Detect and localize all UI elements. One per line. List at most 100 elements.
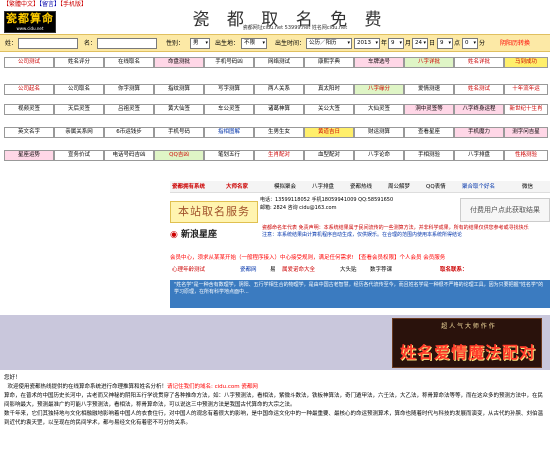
month-unit: 月 bbox=[405, 40, 412, 47]
lvzu-lot-button[interactable]: 吕祖灵签 bbox=[104, 104, 154, 115]
month-select[interactable]: 9 bbox=[388, 38, 404, 49]
contact-phone: 电话：13599118052 手机18059941009 QQ:58591650 bbox=[260, 197, 394, 203]
member-notice[interactable]: 会员中心，须求从某某开始（一般程序接入）中心接受规则，满足任何需求! 【查看会员… bbox=[170, 253, 550, 263]
welcome-line: 欢迎使用瓷都热线提供的在线算命系统进行命理推算和姓名分析！请记住我们的域名: c… bbox=[4, 383, 546, 392]
qq-luck-button[interactable]: QQ吉凶 bbox=[154, 150, 204, 161]
bazi-match-button[interactable]: 八字缘分 bbox=[354, 84, 404, 95]
birthplace-select[interactable]: 不限 bbox=[241, 38, 267, 49]
name-input[interactable] bbox=[97, 38, 157, 49]
gender-select[interactable]: 男 bbox=[190, 38, 210, 49]
love-magic-banner[interactable]: 超 人 气 大 师 作 作 姓名爱情魔法配对 bbox=[392, 318, 542, 368]
sub-nav-item: 取名联系： bbox=[440, 267, 468, 273]
tab-bazi[interactable]: 八字排盘 bbox=[312, 183, 334, 191]
tab-hotline[interactable]: 瓷都热线 bbox=[350, 183, 372, 191]
company-test-button[interactable]: 公司测试 bbox=[4, 57, 54, 68]
wongtaisin-lot-button[interactable]: 黄大仙签 bbox=[154, 104, 204, 115]
contact-info: 电话：13599118052 手机18059941009 QQ:58591650… bbox=[260, 196, 450, 212]
button-row: 星座运势 宣务价试 电话号码吉凶 QQ吉凶 笔划五行 生肖配对 血型配对 八字论… bbox=[4, 150, 548, 162]
phone-magic-button[interactable]: 手机魔力 bbox=[454, 127, 504, 138]
chegong-lot-button[interactable]: 车公灵签 bbox=[204, 104, 254, 115]
zodiac-match-button[interactable]: 生肖配对 bbox=[254, 150, 304, 161]
sub-nav-item[interactable]: 数字荐课 bbox=[370, 264, 392, 276]
wealth-button[interactable]: 财运测算 bbox=[354, 127, 404, 138]
guangong-lot-button[interactable]: 关公大签 bbox=[304, 104, 354, 115]
tab-gathering[interactable]: 模拟聚会 bbox=[274, 183, 296, 191]
company-naming-button[interactable]: 公司起名 bbox=[4, 84, 54, 95]
service-button[interactable]: 宣务价试 bbox=[54, 150, 104, 161]
year-select[interactable]: 2013 bbox=[354, 38, 380, 49]
stroke-wuxing-button[interactable]: 笔划五行 bbox=[204, 150, 254, 161]
palm-test-button[interactable]: 手相测验 bbox=[404, 150, 454, 161]
sub-nav-item[interactable]: 大头贴 bbox=[340, 264, 357, 276]
tab-good-name[interactable]: 聚合取个好名 bbox=[462, 183, 495, 191]
zodiac-button[interactable]: 新世纪十生肖 bbox=[504, 104, 548, 115]
tab-system[interactable]: 瓷都拥有系统 bbox=[172, 183, 205, 191]
hour-unit: 点 bbox=[454, 40, 461, 47]
char-star-button[interactable]: 测字问吉星 bbox=[504, 127, 548, 138]
company-name-button[interactable]: 公司取名 bbox=[54, 84, 104, 95]
solar-time-button[interactable]: 真太阳时 bbox=[304, 84, 354, 95]
relationship-button[interactable]: 两人关系 bbox=[254, 84, 304, 95]
bazi-fate-button[interactable]: 八字论命 bbox=[354, 150, 404, 161]
lucky-day-button[interactable]: 黄道吉日 bbox=[304, 127, 354, 138]
palm-chart-button[interactable]: 指相图解 bbox=[204, 127, 254, 138]
tab-qq-emoji[interactable]: QQ表情 bbox=[426, 183, 446, 191]
phone-luck-button[interactable]: 手机号码凶 bbox=[204, 57, 254, 68]
cave-lot-button[interactable]: 洞中灵签等 bbox=[404, 104, 454, 115]
phone-luck-2-button[interactable]: 电话号码吉凶 bbox=[104, 150, 154, 161]
tab-wechat[interactable]: 微信 bbox=[522, 183, 533, 191]
fate-chart-button[interactable]: 命盘测批 bbox=[154, 57, 204, 68]
bazi-detail-button[interactable]: 八字详批 bbox=[404, 57, 454, 68]
constellation-button[interactable]: 查看星座 bbox=[404, 127, 454, 138]
minute-select[interactable]: 0 bbox=[462, 38, 478, 49]
name-score-button[interactable]: 姓名评分 bbox=[54, 57, 104, 68]
char-test-button[interactable]: 你字测算 bbox=[104, 84, 154, 95]
phone-number-button[interactable]: 手机号码 bbox=[154, 127, 204, 138]
success-button[interactable]: 马到成功 bbox=[504, 57, 548, 68]
coin-step-button[interactable]: 6币运钱步 bbox=[104, 127, 154, 138]
zhuge-button[interactable]: 诸葛神算 bbox=[254, 104, 304, 115]
tab-dream[interactable]: 周公解梦 bbox=[388, 183, 410, 191]
writing-test-button[interactable]: 写字测算 bbox=[204, 84, 254, 95]
guestbook-link[interactable]: 【留言】 bbox=[39, 1, 60, 8]
kangxi-dict-button[interactable]: 康熙字典 bbox=[304, 57, 354, 68]
sub-nav-item[interactable]: 心理年龄测试 bbox=[172, 264, 205, 276]
daxian-lot-button[interactable]: 大仙灵签 bbox=[354, 104, 404, 115]
tab-masters[interactable]: 大师名家 bbox=[226, 183, 248, 191]
baby-gender-button[interactable]: 生男生女 bbox=[254, 127, 304, 138]
sub-nav-item[interactable]: 瓷都网 bbox=[240, 264, 257, 276]
button-row: 英文名字 亲属关系网 6币运钱步 手机号码 指相图解 生男生女 黄道吉日 财运测… bbox=[4, 127, 548, 139]
name-label: 名： bbox=[84, 40, 97, 47]
paid-result-box[interactable]: 付费用户点此获取结果 bbox=[460, 198, 550, 222]
video-lot-button[interactable]: 视频灵签 bbox=[4, 104, 54, 115]
name-detail-button[interactable]: 姓名详批 bbox=[454, 57, 504, 68]
naming-service-box[interactable]: 本站取名服务 bbox=[170, 201, 258, 223]
blood-match-button[interactable]: 血型配对 bbox=[304, 150, 354, 161]
sub-nav-item[interactable]: 属爱诺命大全 bbox=[282, 264, 315, 276]
family-relation-button[interactable]: 亲属关系网 bbox=[54, 127, 104, 138]
traditional-chinese-link[interactable]: 【繁體中文】 bbox=[3, 1, 39, 8]
web-test-button[interactable]: 网络测试 bbox=[254, 57, 304, 68]
fingerprint-button[interactable]: 指纹测算 bbox=[154, 84, 204, 95]
calendar-convert-link[interactable]: 阴阳历转换 bbox=[500, 38, 530, 49]
calendar-type-select[interactable]: 公历／阳历 bbox=[306, 38, 352, 49]
hour-select[interactable]: 9 bbox=[437, 38, 453, 49]
mobile-link[interactable]: 【手机版】 bbox=[60, 1, 87, 8]
site-logo[interactable]: 瓷都算命 www.cidu.net bbox=[4, 11, 56, 33]
personality-button[interactable]: 性格测验 bbox=[504, 150, 548, 161]
online-naming-button[interactable]: 在线取名 bbox=[104, 57, 154, 68]
love-speed-button[interactable]: 爱情测速 bbox=[404, 84, 454, 95]
day-select[interactable]: 24 bbox=[412, 38, 428, 49]
tianhou-lot-button[interactable]: 天后灵签 bbox=[54, 104, 104, 115]
english-name-button[interactable]: 英文名字 bbox=[4, 127, 54, 138]
name-test-button[interactable]: 姓名测试 bbox=[454, 84, 504, 95]
horoscope-button[interactable]: 星座运势 bbox=[4, 150, 54, 161]
decade-fortune-button[interactable]: 十年流年运 bbox=[504, 84, 548, 95]
bazi-chart-button[interactable]: 八字排盘 bbox=[454, 150, 504, 161]
surname-input[interactable] bbox=[18, 38, 78, 49]
sina-logo[interactable]: ◉ 新浪星座 bbox=[170, 227, 260, 241]
plate-number-button[interactable]: 车牌选号 bbox=[354, 57, 404, 68]
bazi-lifetime-button[interactable]: 八字终身运程 bbox=[454, 104, 504, 115]
domain-reminder[interactable]: 请记住我们的域名: cidu.com 瓷都网 bbox=[167, 384, 258, 390]
sub-nav-item[interactable]: 易 bbox=[270, 264, 276, 276]
